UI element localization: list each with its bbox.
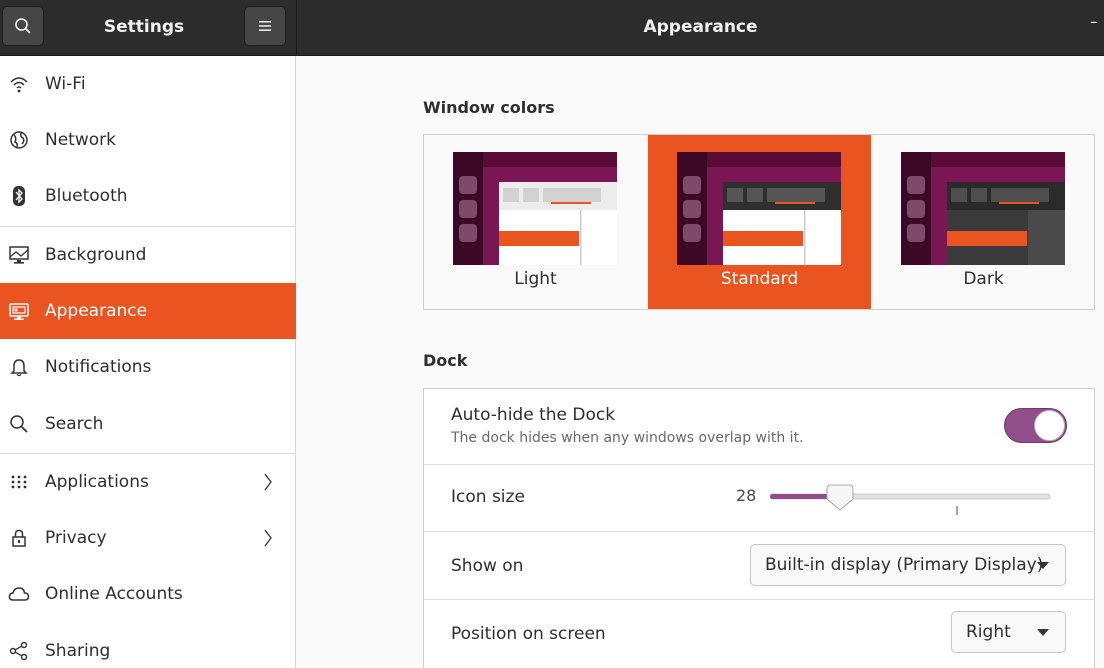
theme-option-light[interactable]: Light [424,135,647,309]
sidebar: Wi-Fi Network Bluetooth Background Appea… [0,56,296,668]
apps-grid-icon [8,471,30,493]
sidebar-item-wifi[interactable]: Wi-Fi [0,56,296,112]
bluetooth-icon [8,185,30,207]
sidebar-item-label: Privacy [45,528,107,548]
sidebar-item-sharing[interactable]: Sharing [0,623,296,668]
show-on-label: Show on [451,556,524,576]
dropdown-value: Right [966,622,1011,642]
dropdown-arrow-icon [1037,629,1049,636]
sidebar-item-applications[interactable]: Applications [0,454,296,510]
chevron-right-icon [264,473,272,491]
icon-size-row: Icon size 28 [424,465,1094,532]
sidebar-item-label: Online Accounts [45,584,183,604]
sidebar-item-label: Bluetooth [45,186,128,206]
show-on-row: Show on Built-in display (Primary Displa… [424,532,1094,600]
theme-option-dark[interactable]: Dark [872,135,1095,309]
wifi-icon [8,73,30,95]
sidebar-item-search[interactable]: Search [0,396,296,452]
theme-label: Light [514,269,557,289]
sidebar-item-label: Search [45,414,104,434]
share-icon [8,640,30,662]
theme-option-standard[interactable]: Standard [648,135,871,309]
sidebar-item-label: Notifications [45,357,152,377]
header-bar: Settings Appearance – [0,0,1104,56]
position-label: Position on screen [451,624,606,644]
show-on-dropdown[interactable]: Built-in display (Primary Display) [750,544,1066,586]
network-globe-icon [8,129,30,151]
section-title-window-colors: Window colors [423,98,555,117]
background-monitor-icon [8,244,30,266]
sidebar-item-label: Applications [45,472,149,492]
sidebar-item-bluetooth[interactable]: Bluetooth [0,168,296,224]
minimize-button[interactable]: – [1090,12,1098,31]
sidebar-item-label: Sharing [45,641,111,661]
bell-icon [8,356,30,378]
dock-settings-list: Auto-hide the Dock The dock hides when a… [423,388,1095,668]
sidebar-item-label: Network [45,130,116,150]
section-title-dock: Dock [423,351,468,370]
sidebar-item-privacy[interactable]: Privacy [0,510,296,566]
sidebar-item-notifications[interactable]: Notifications [0,339,296,395]
window-colors-selector: Light Standard Dark [423,134,1095,310]
icon-size-slider[interactable] [770,483,1052,523]
search-icon [8,413,30,435]
theme-preview-light [453,152,617,265]
toggle-knob [1034,410,1065,441]
theme-label: Standard [720,269,799,289]
page-title: Appearance [643,17,758,37]
lock-icon [8,527,30,549]
sidebar-item-online-accounts[interactable]: Online Accounts [0,566,296,622]
sidebar-item-appearance[interactable]: Appearance [0,283,296,339]
autohide-label: Auto-hide the Dock [451,405,616,425]
autohide-toggle[interactable] [1004,408,1067,443]
hamburger-menu-icon [259,21,271,31]
theme-preview-standard [677,152,841,265]
autohide-row: Auto-hide the Dock The dock hides when a… [424,389,1094,465]
chevron-right-icon [264,529,272,547]
appearance-icon [8,300,30,322]
position-dropdown[interactable]: Right [951,611,1066,653]
sidebar-item-label: Background [45,245,147,265]
sidebar-item-label: Wi-Fi [45,74,86,94]
dropdown-value: Built-in display (Primary Display) [765,555,1044,575]
sidebar-item-label: Appearance [45,301,148,321]
main-content: Window colors Light Standard Dark Dock A… [297,56,1104,668]
sidebar-item-network[interactable]: Network [0,112,296,168]
theme-preview-dark [901,152,1065,265]
theme-label: Dark [963,269,1004,289]
sidebar-item-background[interactable]: Background [0,227,296,283]
menu-button[interactable] [244,6,286,46]
icon-size-label: Icon size [451,487,525,507]
cloud-icon [8,583,30,605]
slider-thumb [826,484,854,511]
position-row: Position on screen Right [424,600,1094,668]
autohide-description: The dock hides when any windows overlap … [451,430,804,446]
dropdown-arrow-icon [1037,562,1049,569]
icon-size-value: 28 [736,486,757,505]
